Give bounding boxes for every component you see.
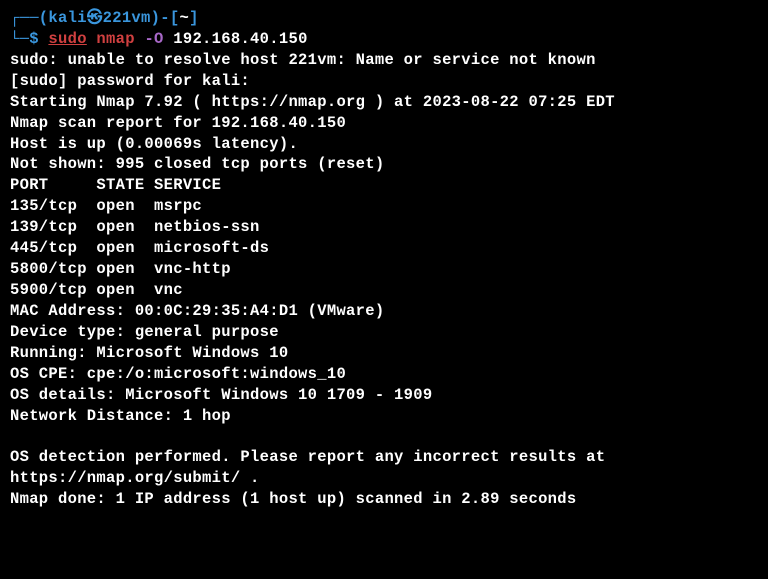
prompt-user: kali — [48, 9, 86, 27]
box-bracket: )-[ — [151, 9, 180, 27]
output-device-type: Device type: general purpose — [10, 322, 758, 343]
output-host-up: Host is up (0.00069s latency). — [10, 134, 758, 155]
output-os-cpe: OS CPE: cpe:/o:microsoft:windows_10 — [10, 364, 758, 385]
cmd-sudo: sudo — [48, 30, 86, 48]
output-os-details: OS details: Microsoft Windows 10 1709 - … — [10, 385, 758, 406]
output-mac-address: MAC Address: 00:0C:29:35:A4:D1 (VMware) — [10, 301, 758, 322]
output-scan-report: Nmap scan report for 192.168.40.150 — [10, 113, 758, 134]
prompt-command-line[interactable]: └─$ sudo nmap -O 192.168.40.150 — [10, 29, 758, 50]
blank-line — [10, 426, 758, 447]
prompt-dollar: $ — [29, 30, 48, 48]
prompt-at-icon: ㉿ — [87, 9, 103, 27]
port-row: 5800/tcp open vnc-http — [10, 259, 758, 280]
output-sudo-error: sudo: unable to resolve host 221vm: Name… — [10, 50, 758, 71]
output-nmap-start: Starting Nmap 7.92 ( https://nmap.org ) … — [10, 92, 758, 113]
prompt-host: 221vm — [103, 9, 151, 27]
output-nmap-done: Nmap done: 1 IP address (1 host up) scan… — [10, 489, 758, 510]
cmd-flag: -O — [144, 30, 163, 48]
prompt-path: ~ — [179, 9, 189, 27]
cmd-nmap: nmap — [96, 30, 134, 48]
cmd-target: 192.168.40.150 — [173, 30, 307, 48]
port-row: 139/tcp open netbios-ssn — [10, 217, 758, 238]
box-corner-top: ┌──( — [10, 9, 48, 27]
box-bracket-close: ] — [189, 9, 199, 27]
port-row: 445/tcp open microsoft-ds — [10, 238, 758, 259]
port-table-header: PORT STATE SERVICE — [10, 175, 758, 196]
output-os-detection: OS detection performed. Please report an… — [10, 447, 758, 489]
output-password-prompt: [sudo] password for kali: — [10, 71, 758, 92]
output-network-distance: Network Distance: 1 hop — [10, 406, 758, 427]
box-corner-bottom: └─ — [10, 30, 29, 48]
output-running: Running: Microsoft Windows 10 — [10, 343, 758, 364]
output-not-shown: Not shown: 995 closed tcp ports (reset) — [10, 154, 758, 175]
port-row: 135/tcp open msrpc — [10, 196, 758, 217]
port-row: 5900/tcp open vnc — [10, 280, 758, 301]
prompt-top-line: ┌──(kali㉿221vm)-[~] — [10, 8, 758, 29]
